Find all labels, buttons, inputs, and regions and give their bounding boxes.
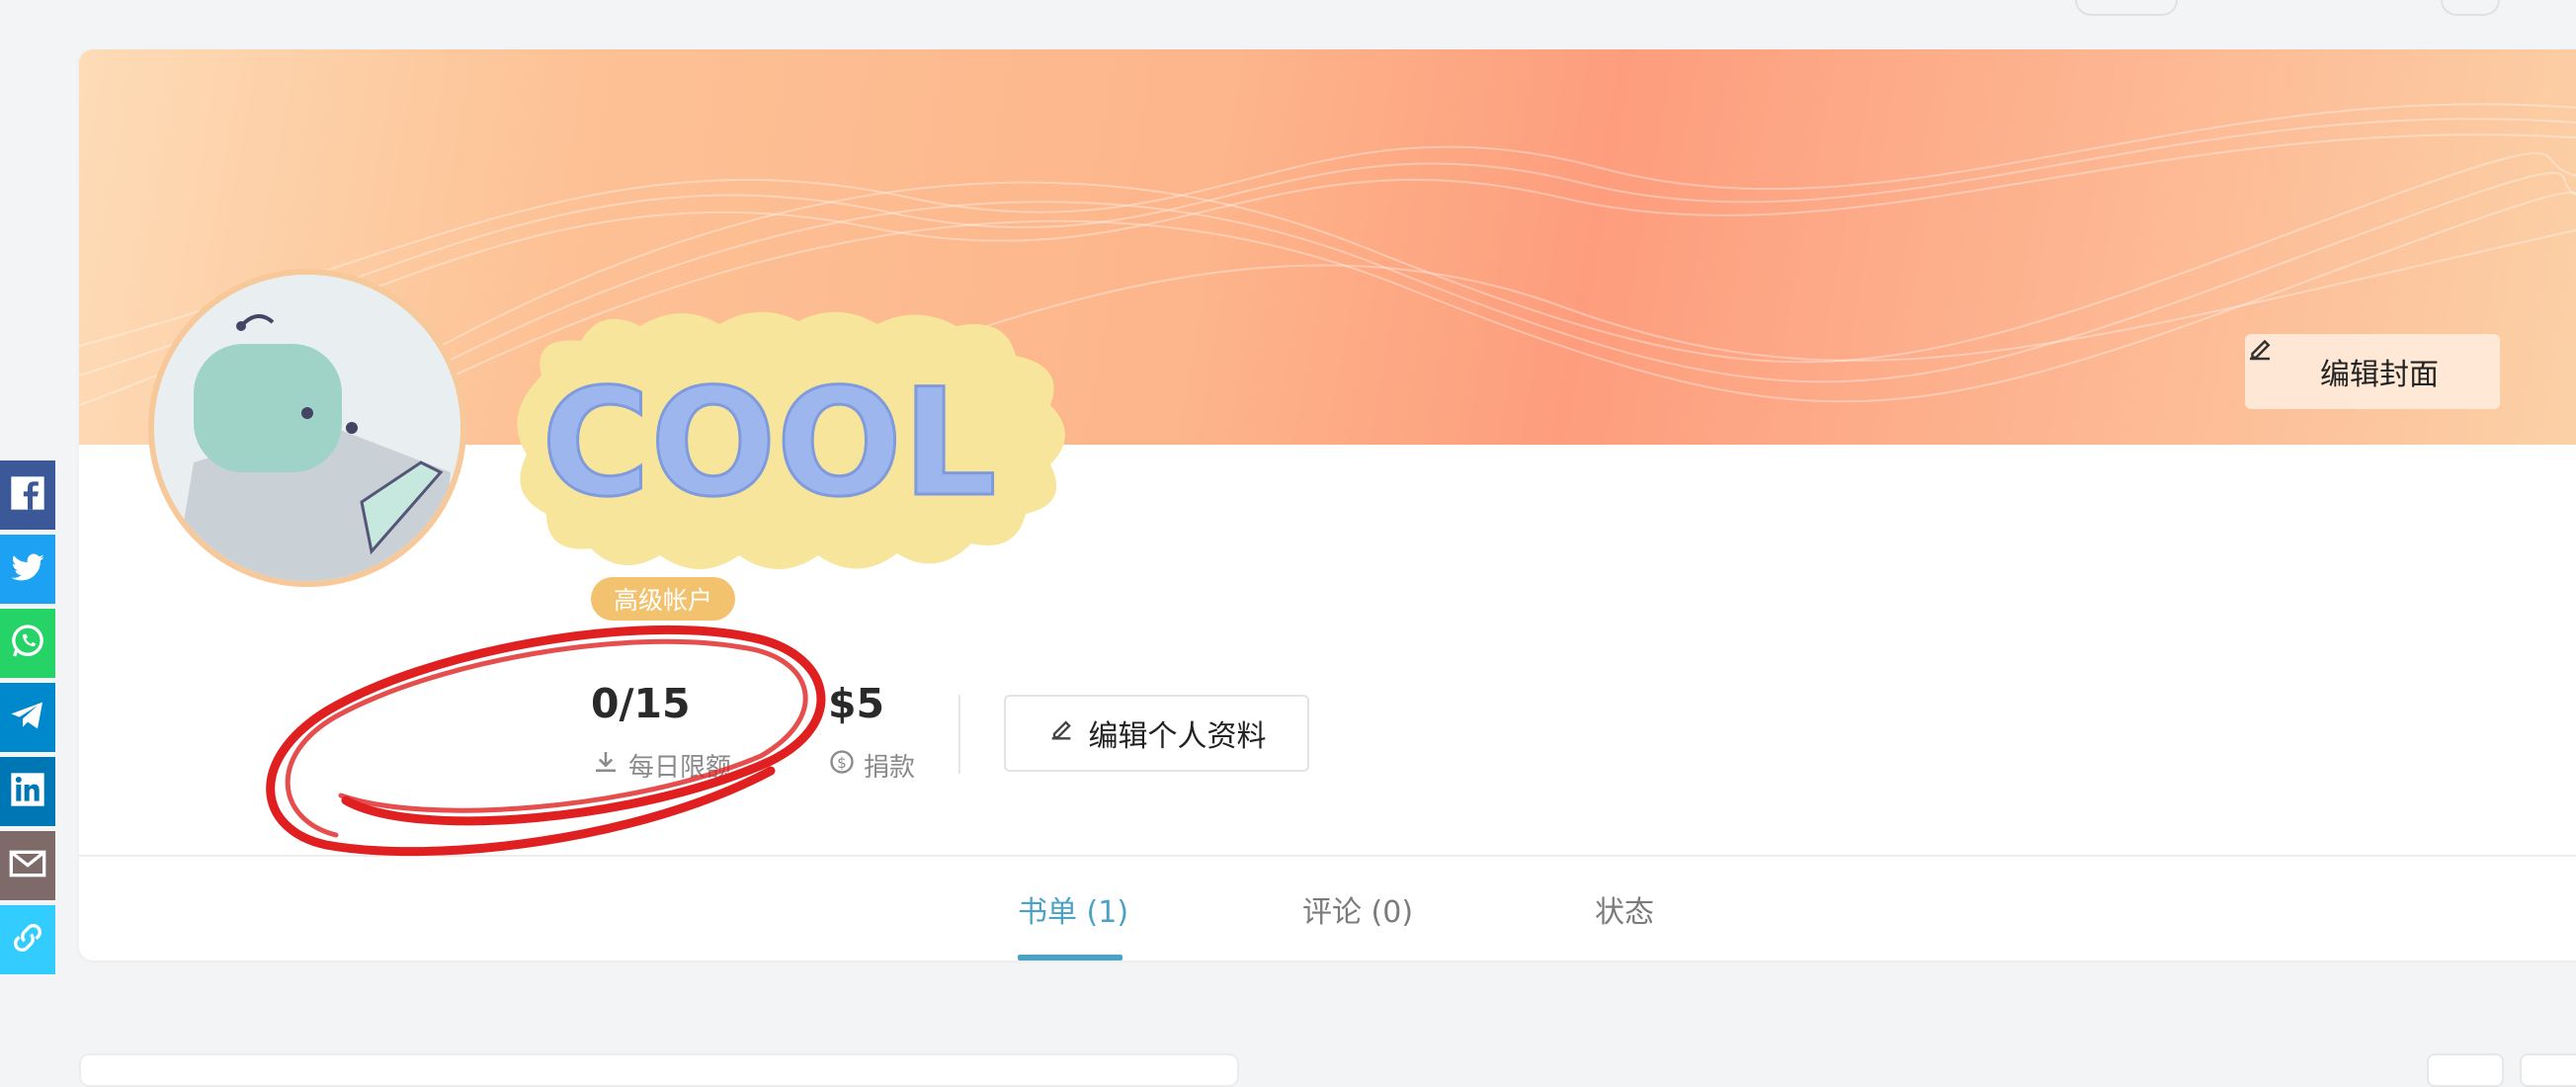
- dollar-coin-icon: $: [828, 748, 856, 783]
- svg-text:$: $: [837, 754, 847, 772]
- share-facebook-button[interactable]: [0, 460, 55, 530]
- share-telegram-button[interactable]: [0, 683, 55, 752]
- avatar[interactable]: [148, 269, 466, 587]
- edit-profile-label: 编辑个人资料: [1088, 719, 1267, 754]
- downloads-label: 每日限额: [628, 753, 732, 783]
- stats-divider: [958, 695, 960, 774]
- active-tab-indicator: [1018, 955, 1122, 961]
- tab-reviews[interactable]: 评论 (0): [1302, 887, 1413, 931]
- share-twitter-button[interactable]: [0, 535, 55, 604]
- sticker-text: COOL: [541, 358, 997, 530]
- downloads-stat: 每日限额: [591, 747, 731, 784]
- link-icon: [8, 918, 47, 962]
- avatar-robot-image: [154, 275, 460, 581]
- linkedin-icon: [8, 770, 47, 813]
- tab-status[interactable]: 状态: [1595, 887, 1654, 931]
- share-link-button[interactable]: [0, 905, 55, 974]
- share-whatsapp-button[interactable]: [0, 609, 55, 678]
- tabs-divider: [79, 855, 2576, 857]
- edit-cover-button[interactable]: 编辑封面: [2245, 334, 2500, 409]
- top-bar-avatar[interactable]: [2441, 0, 2500, 16]
- bottom-action-button-2[interactable]: [2520, 1053, 2576, 1087]
- whatsapp-icon: [8, 622, 47, 665]
- account-badge: 高级帐户: [591, 577, 735, 621]
- cool-sticker: COOL: [517, 311, 1065, 569]
- donation-stat: $ 捐款: [828, 747, 915, 784]
- share-email-button[interactable]: [0, 831, 55, 900]
- facebook-icon: [8, 473, 47, 517]
- donation-value: $5: [828, 680, 885, 727]
- telegram-icon: [8, 696, 47, 739]
- profile-card: 编辑封面: [79, 49, 2576, 961]
- top-bar-button[interactable]: [2075, 0, 2178, 16]
- bottom-action-button[interactable]: [2427, 1053, 2504, 1087]
- booklist-card[interactable]: [79, 1053, 1239, 1087]
- edit-cover-label: 编辑封面: [2320, 358, 2439, 392]
- download-icon: [591, 747, 621, 784]
- edit-profile-button[interactable]: 编辑个人资料: [1004, 695, 1309, 772]
- share-linkedin-button[interactable]: [0, 757, 55, 826]
- tab-booklists[interactable]: 书单 (1): [1018, 887, 1128, 931]
- email-icon: [8, 844, 47, 887]
- donation-label: 捐款: [864, 753, 916, 783]
- pencil-icon: [1047, 715, 1075, 751]
- twitter-icon: [8, 547, 47, 591]
- downloads-value: 0/15: [591, 680, 691, 727]
